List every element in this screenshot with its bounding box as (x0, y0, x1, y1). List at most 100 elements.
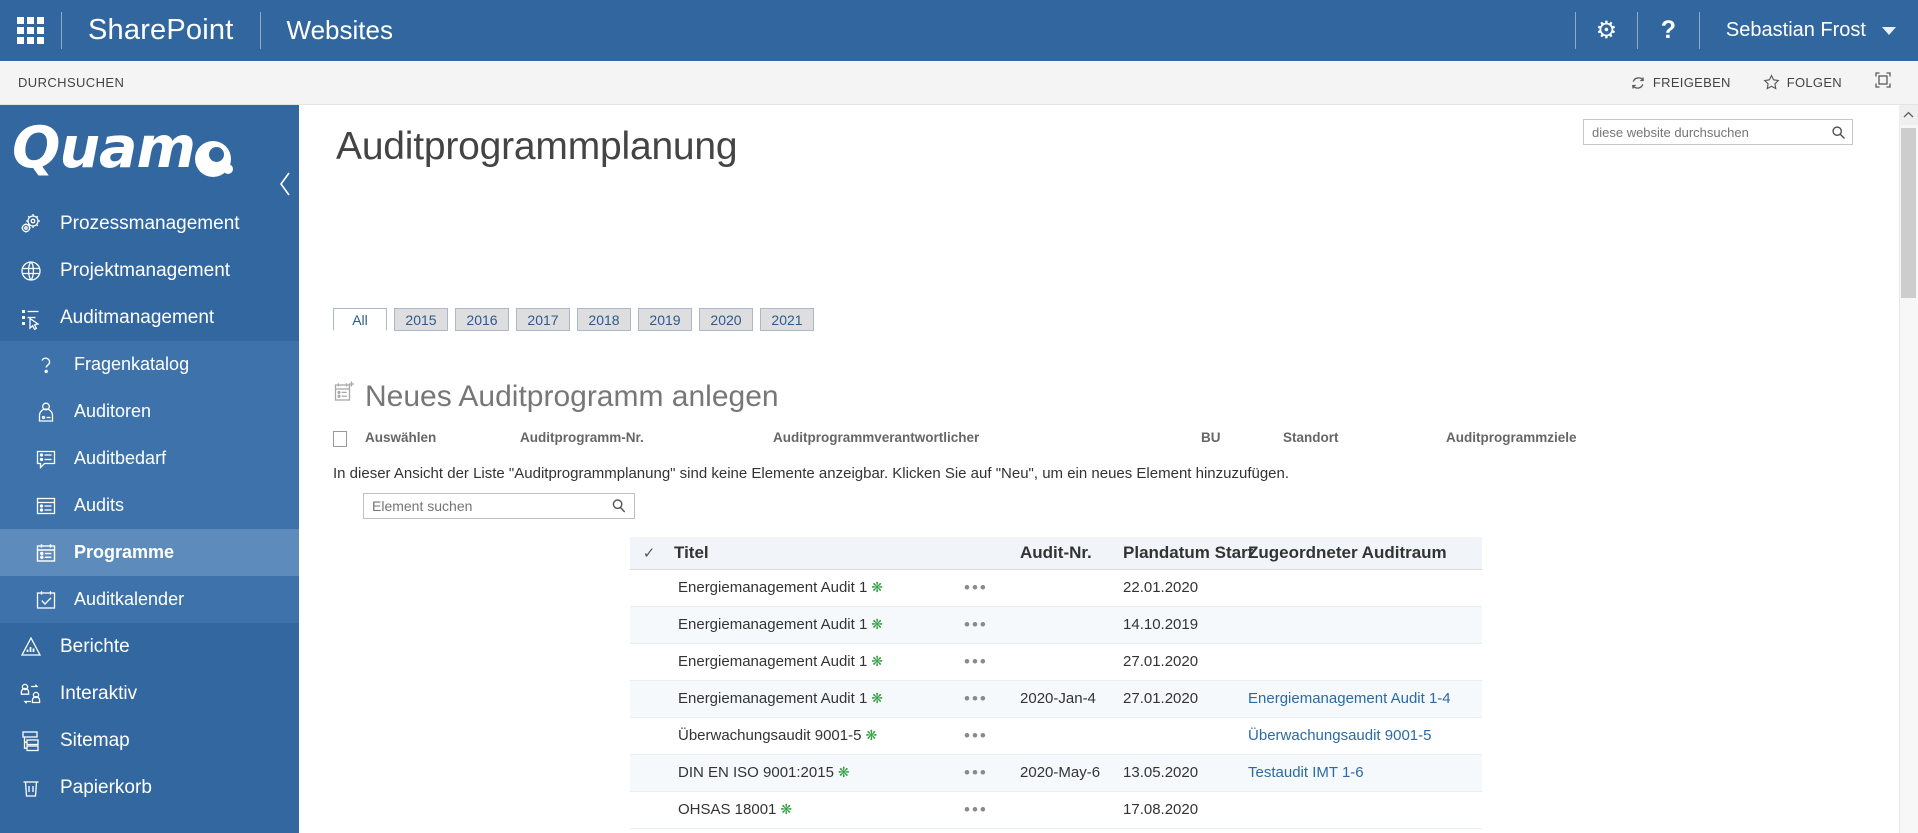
cell-titel[interactable]: DIN EN ISO 9001:2015 ❋ (668, 754, 958, 792)
sidebar-item-auditmanagement[interactable]: Auditmanagement (0, 294, 299, 341)
sidebar-item-auditkalender[interactable]: Auditkalender (0, 576, 299, 623)
sidebar-item-papierkorb[interactable]: Papierkorb (0, 764, 299, 811)
sidebar-item-programme[interactable]: Programme (0, 529, 299, 576)
row-select-cell[interactable] (630, 680, 668, 718)
site-name-link[interactable]: Websites (261, 0, 419, 61)
collapse-navigation-button[interactable] (269, 167, 303, 201)
year-tab-2019[interactable]: 2019 (638, 308, 692, 331)
table-row[interactable]: Überwachungsaudit 9001-5 ❋ ••• Überwachun… (630, 717, 1483, 755)
sidebar-item-label: Auditbedarf (74, 448, 167, 468)
list-calendar-icon (32, 541, 60, 565)
row-select-cell[interactable] (630, 717, 668, 755)
year-tab-2021[interactable]: 2021 (760, 308, 814, 331)
table-row[interactable]: Energiemanagement Audit 1 ❋ ••• 22.01.202… (630, 569, 1483, 607)
app-launcher-button[interactable] (0, 0, 61, 61)
row-select-cell[interactable] (630, 569, 668, 607)
ellipsis-icon[interactable]: ••• (964, 615, 988, 634)
cell-audit-nr: 2020-Jan-4 (1014, 680, 1118, 718)
sidebar-item-sitemap[interactable]: Sitemap (0, 717, 299, 764)
sidebar-item-projektmanagement[interactable]: Projektmanagement (0, 247, 299, 294)
sidebar-item-audits[interactable]: Audits (0, 482, 299, 529)
table-row[interactable]: DIN EN ISO 9001:2015 ❋ ••• 2020-May-6 13.… (630, 754, 1483, 792)
cell-plandatum: 27.01.2020 (1117, 680, 1243, 718)
ellipsis-icon[interactable]: ••• (964, 689, 988, 708)
sharepoint-brand-link[interactable]: SharePoint (62, 0, 260, 61)
cell-titel[interactable]: Energiemanagement Audit 1 ❋ (668, 606, 958, 644)
ellipsis-icon[interactable]: ••• (964, 763, 988, 782)
sidebar-item-interaktiv[interactable]: Interaktiv (0, 670, 299, 717)
auditraum-link[interactable]: Überwachungsaudit 9001-5 (1248, 727, 1431, 744)
year-tab-2018[interactable]: 2018 (577, 308, 631, 331)
cell-row-menu[interactable]: ••• (958, 791, 1015, 829)
column-header-select[interactable]: ✓ (630, 537, 668, 570)
cell-titel[interactable]: OHSAS 18001 ❋ (668, 791, 958, 829)
year-tab-2017[interactable]: 2017 (516, 308, 570, 331)
sidebar-item-fragenkatalog[interactable]: Fragenkatalog (0, 341, 299, 388)
ellipsis-icon[interactable]: ••• (964, 578, 988, 597)
table-row[interactable]: OHSAS 18001 ❋ ••• 17.08.2020 (630, 791, 1483, 829)
year-tab-all[interactable]: All (333, 308, 387, 331)
follow-button[interactable]: FOLGEN (1747, 74, 1858, 91)
cell-row-menu[interactable]: ••• (958, 606, 1015, 644)
sidebar-item-berichte[interactable]: Berichte (0, 623, 299, 670)
auditraum-link[interactable]: Energiemanagement Audit 1-4 (1248, 690, 1451, 707)
cell-row-menu[interactable]: ••• (958, 680, 1015, 718)
row-select-cell[interactable] (630, 754, 668, 792)
column-header-zugeordneter-auditraum[interactable]: Zugeordneter Auditraum (1242, 537, 1483, 570)
row-select-cell[interactable] (630, 791, 668, 829)
list-window-icon (32, 494, 60, 518)
year-tab-2020[interactable]: 2020 (699, 308, 753, 331)
cell-row-menu[interactable]: ••• (958, 717, 1015, 755)
focus-on-content-button[interactable] (1858, 71, 1900, 94)
year-tab-2016[interactable]: 2016 (455, 308, 509, 331)
sidebar-item-label: Auditmanagement (60, 306, 215, 328)
column-header-audit-nr[interactable]: Audit-Nr. (1014, 537, 1118, 570)
share-button[interactable]: FREIGEBEN (1614, 75, 1747, 91)
ellipsis-icon[interactable]: ••• (964, 800, 988, 819)
table-row[interactable]: Energiemanagement Audit 1 ❋ ••• 14.10.201… (630, 606, 1483, 644)
cell-titel[interactable]: Energiemanagement Audit 1 ❋ (668, 569, 958, 607)
tab-durchsuchen[interactable]: DURCHSUCHEN (18, 75, 124, 90)
table-row[interactable]: Energiemanagement Audit 1 ❋ ••• 2020-Jan-… (630, 680, 1483, 718)
row-select-cell[interactable] (630, 643, 668, 681)
green-flag-icon: ❋ (865, 727, 878, 743)
sidebar-item-prozessmanagement[interactable]: Prozessmanagement (0, 200, 299, 247)
site-search-box[interactable] (1583, 119, 1853, 145)
column-header-plandatum-start[interactable]: Plandatum Start (1117, 537, 1253, 570)
cell-auditraum[interactable]: Testaudit IMT 1-6 (1242, 754, 1483, 792)
audit-programs-table: ✓ Titel Audit-Nr. Plandatum Start Zugeor… (630, 537, 1483, 829)
sidebar-item-label: Prozessmanagement (60, 212, 240, 234)
column-header-auditprogramm-nr: Auditprogramm-Nr. (520, 430, 644, 445)
cell-titel[interactable]: Überwachungsaudit 9001-5 ❋ (668, 717, 958, 755)
ellipsis-icon[interactable]: ••• (964, 726, 988, 745)
search-icon[interactable] (1824, 125, 1852, 140)
year-tab-2015[interactable]: 2015 (394, 308, 448, 331)
scrollbar-thumb[interactable] (1901, 128, 1916, 298)
quam-logo[interactable]: Quam (0, 105, 299, 200)
sidebar-item-auditbedarf[interactable]: Auditbedarf (0, 435, 299, 482)
site-search-input[interactable] (1584, 124, 1824, 140)
cell-auditraum[interactable]: Energiemanagement Audit 1-4 (1242, 680, 1483, 718)
cell-titel[interactable]: Energiemanagement Audit 1 ❋ (668, 680, 958, 718)
cell-auditraum[interactable]: Überwachungsaudit 9001-5 (1242, 717, 1483, 755)
sidebar-item-auditoren[interactable]: Auditoren (0, 388, 299, 435)
scroll-up-button[interactable] (1899, 105, 1918, 125)
column-header-titel[interactable]: Titel (668, 537, 1015, 570)
table-row[interactable]: Energiemanagement Audit 1 ❋ ••• 27.01.202… (630, 643, 1483, 681)
new-audit-program-link[interactable]: Neues Auditprogramm anlegen (333, 380, 779, 414)
cell-row-menu[interactable]: ••• (958, 569, 1015, 607)
cell-titel[interactable]: Energiemanagement Audit 1 ❋ (668, 643, 958, 681)
search-icon[interactable] (604, 498, 634, 514)
cell-row-menu[interactable]: ••• (958, 643, 1015, 681)
settings-button[interactable]: ⚙ (1576, 0, 1637, 61)
select-all-checkbox[interactable] (333, 431, 347, 447)
row-title-text: Energiemanagement Audit 1 (678, 690, 868, 707)
item-search-box[interactable] (363, 493, 635, 519)
ellipsis-icon[interactable]: ••• (964, 652, 988, 671)
user-menu-button[interactable]: Sebastian Frost (1700, 0, 1918, 61)
row-select-cell[interactable] (630, 606, 668, 644)
help-button[interactable]: ? (1638, 0, 1699, 61)
cell-row-menu[interactable]: ••• (958, 754, 1015, 792)
auditraum-link[interactable]: Testaudit IMT 1-6 (1248, 764, 1364, 781)
item-search-input[interactable] (364, 498, 604, 514)
